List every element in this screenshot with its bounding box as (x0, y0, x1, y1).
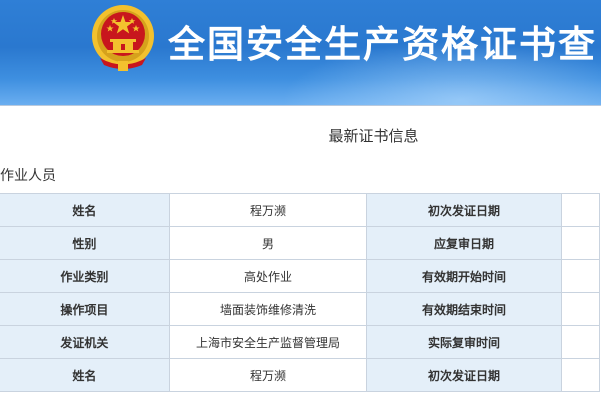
field-value: 程万濒 (168, 193, 368, 227)
table-row: 作业类别 高处作业 有效期开始时间 (0, 259, 601, 293)
field-value: 高处作业 (168, 259, 368, 293)
field-value: 墙面装饰维修清洗 (168, 292, 368, 326)
national-emblem-icon (92, 5, 154, 71)
table-row: 发证机关 上海市安全生产监督管理局 实际复审时间 (0, 325, 601, 359)
field-label: 有效期结束时间 (366, 292, 562, 326)
table-row: 姓名 程万濒 初次发证日期 (0, 193, 601, 227)
category-label: 作业人员 (0, 168, 56, 184)
section-title: 最新证书信息 (328, 127, 419, 145)
table-row: 姓名 程万濒 初次发证日期 (0, 358, 601, 392)
field-label: 应复审日期 (366, 226, 562, 260)
table-row: 性别 男 应复审日期 (0, 226, 601, 260)
field-value (560, 358, 601, 392)
field-value: 上海市安全生产监督管理局 (168, 325, 368, 359)
field-label: 姓名 (0, 193, 170, 227)
field-value (560, 226, 601, 260)
field-label: 操作项目 (0, 292, 170, 326)
field-label: 实际复审时间 (366, 325, 562, 359)
field-value (560, 325, 601, 359)
field-value (560, 259, 601, 293)
header-banner: 全国安全生产资格证书查 (0, 0, 601, 105)
field-value (560, 193, 601, 227)
field-label: 性别 (0, 226, 170, 260)
field-label: 初次发证日期 (366, 358, 562, 392)
field-value: 程万濒 (168, 358, 368, 392)
page-title: 全国安全生产资格证书查 (168, 23, 597, 66)
field-value: 男 (168, 226, 368, 260)
header-divider (0, 105, 601, 106)
certificate-info-table: 姓名 程万濒 初次发证日期 性别 男 应复审日期 作业类别 高处作业 有效期开始… (0, 193, 601, 392)
field-label: 发证机关 (0, 325, 170, 359)
field-label: 初次发证日期 (366, 193, 562, 227)
field-label: 作业类别 (0, 259, 170, 293)
field-label: 有效期开始时间 (366, 259, 562, 293)
field-label: 姓名 (0, 358, 170, 392)
field-value (560, 292, 601, 326)
table-row: 操作项目 墙面装饰维修清洗 有效期结束时间 (0, 292, 601, 326)
